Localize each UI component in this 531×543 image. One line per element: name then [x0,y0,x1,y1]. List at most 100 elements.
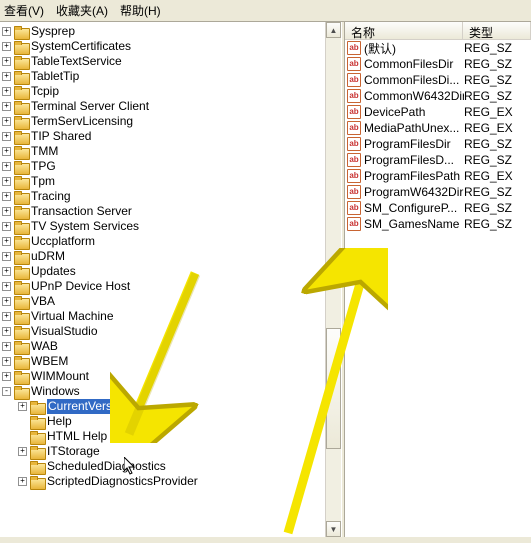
values-pane: 名称 类型 ab(默认)REG_SZabCommonFilesDirREG_SZ… [345,22,531,537]
value-row[interactable]: abProgramFilesD...REG_SZ [345,152,531,168]
value-name: CommonW6432Dir [364,89,464,103]
column-name[interactable]: 名称 [345,22,463,39]
expander-icon[interactable]: + [2,87,11,96]
column-type[interactable]: 类型 [463,22,531,39]
tree-item[interactable]: +WIMMount [0,369,325,384]
tree-item[interactable]: +TV System Services [0,219,325,234]
expander-icon[interactable]: + [18,402,27,411]
value-row[interactable]: abCommonFilesDi...REG_SZ [345,72,531,88]
value-name: SM_GamesName [364,217,464,231]
tree-item[interactable]: +VisualStudio [0,324,325,339]
expander-icon[interactable]: + [2,117,11,126]
left-scrollbar[interactable]: ▲ ▼ [325,22,341,537]
tree-item[interactable]: HTML Help [0,429,325,444]
tree-item-label: Terminal Server Client [31,99,149,114]
expander-icon[interactable]: + [2,357,11,366]
expander-icon[interactable]: + [2,312,11,321]
value-type: REG_EX [464,105,513,119]
tree-item[interactable]: + Terminal Server Client [0,99,325,114]
expander-icon[interactable]: + [2,42,11,51]
folder-icon [14,161,28,173]
tree-item[interactable]: -Windows [0,384,325,399]
expander-icon[interactable]: + [2,222,11,231]
folder-icon [14,311,28,323]
tree-item[interactable]: +Tpm [0,174,325,189]
expander-icon[interactable]: + [2,207,11,216]
expander-icon[interactable]: + [2,132,11,141]
menu-favorites[interactable]: 收藏夹(A) [56,2,108,19]
expander-icon[interactable]: + [2,267,11,276]
folder-icon [14,326,28,338]
value-row[interactable]: abProgramFilesPathREG_EX [345,168,531,184]
scroll-track[interactable] [326,38,341,521]
value-row[interactable]: abCommonFilesDirREG_SZ [345,56,531,72]
expander-icon[interactable]: + [18,447,27,456]
folder-icon [14,116,28,128]
tree-item[interactable]: +ITStorage [0,444,325,459]
tree-item[interactable]: +Tracing [0,189,325,204]
tree-item[interactable]: +TermServLicensing [0,114,325,129]
string-value-icon: ab [347,201,361,215]
folder-icon [14,26,28,38]
tree-item-label: Virtual Machine [31,309,114,324]
tree-item[interactable]: +ScriptedDiagnosticsProvider [0,474,325,489]
expander-icon[interactable]: + [2,327,11,336]
tree-item[interactable]: +VBA [0,294,325,309]
value-row[interactable]: abMediaPathUnex...REG_EX [345,120,531,136]
expander-icon[interactable]: + [2,372,11,381]
expander-icon[interactable]: + [2,57,11,66]
tree-item[interactable]: +UPnP Device Host [0,279,325,294]
tree-item[interactable]: +SystemCertificates [0,39,325,54]
expander-icon[interactable]: + [2,147,11,156]
tree-item[interactable]: +WBEM [0,354,325,369]
tree-item[interactable]: +TIP Shared [0,129,325,144]
value-type: REG_SZ [464,201,512,215]
expander-icon[interactable]: + [2,177,11,186]
value-row[interactable]: abSM_GamesNameREG_SZ [345,216,531,232]
value-row[interactable]: ab(默认)REG_SZ [345,40,531,56]
tree-item[interactable]: +CurrentVersion [0,399,325,414]
menu-view[interactable]: 查看(V) [4,2,44,19]
value-row[interactable]: abProgramW6432DirREG_SZ [345,184,531,200]
tree-item[interactable]: +Tcpip [0,84,325,99]
tree-item[interactable]: +Sysprep [0,24,325,39]
tree-item[interactable]: + Transaction Server [0,204,325,219]
tree-item[interactable]: Help [0,414,325,429]
expander-icon[interactable]: - [2,387,11,396]
scroll-down-icon[interactable]: ▼ [326,521,341,537]
expander-icon[interactable]: + [18,477,27,486]
tree-item[interactable]: +TabletTip [0,69,325,84]
expander-icon[interactable]: + [2,72,11,81]
tree-item[interactable]: +TableTextService [0,54,325,69]
expander-icon[interactable]: + [2,27,11,36]
value-type: REG_EX [464,121,513,135]
tree-item[interactable]: ScheduledDiagnostics [0,459,325,474]
value-row[interactable]: abDevicePathREG_EX [345,104,531,120]
expander-icon[interactable]: + [2,297,11,306]
folder-icon [30,401,44,413]
value-row[interactable]: abCommonW6432DirREG_SZ [345,88,531,104]
scroll-thumb[interactable] [326,328,341,449]
expander-icon[interactable]: + [2,192,11,201]
expander-icon[interactable]: + [2,102,11,111]
tree-item[interactable]: +TPG [0,159,325,174]
expander-icon[interactable]: + [2,342,11,351]
value-row[interactable]: abProgramFilesDirREG_SZ [345,136,531,152]
expander-icon[interactable]: + [2,252,11,261]
menu-help[interactable]: 帮助(H) [120,2,161,19]
expander-icon[interactable]: + [2,282,11,291]
string-value-icon: ab [347,73,361,87]
scroll-up-icon[interactable]: ▲ [326,22,341,38]
tree-item-label: Transaction Server [31,204,132,219]
tree-item[interactable]: + TMM [0,144,325,159]
tree-item[interactable]: +WAB [0,339,325,354]
tree-item-label: TMM [31,144,58,159]
tree-item[interactable]: +Updates [0,264,325,279]
tree-item[interactable]: +Uccplatform [0,234,325,249]
folder-icon [14,71,28,83]
expander-icon[interactable]: + [2,237,11,246]
value-row[interactable]: abSM_ConfigureP...REG_SZ [345,200,531,216]
expander-icon[interactable]: + [2,162,11,171]
tree-item[interactable]: +uDRM [0,249,325,264]
tree-item[interactable]: + Virtual Machine [0,309,325,324]
